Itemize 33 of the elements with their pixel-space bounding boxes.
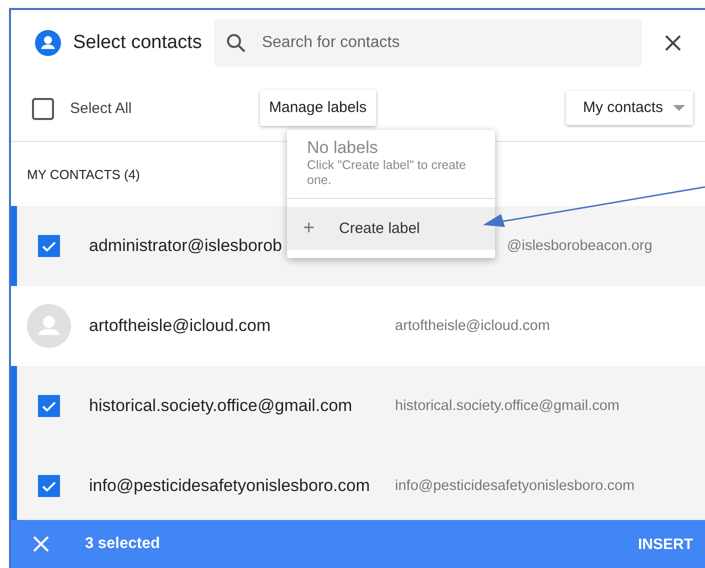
selected-count: 3 selected (85, 535, 160, 553)
contacts-filter-dropdown[interactable]: My contacts (566, 90, 693, 124)
contact-name: administrator@islesborob (89, 236, 284, 256)
dialog-title: Select contacts (73, 32, 202, 54)
contact-email: @islesborobeacon.org (507, 238, 652, 254)
insert-button[interactable]: INSERT (638, 536, 693, 552)
contact-checkbox[interactable] (38, 475, 60, 497)
contact-email: artoftheisle@icloud.com (395, 318, 550, 334)
section-heading: MY CONTACTS (4) (27, 166, 140, 182)
select-all-checkbox[interactable] (32, 98, 54, 120)
contact-email: info@pesticidesafetyonislesboro.com (395, 478, 635, 494)
clear-selection-button[interactable] (31, 534, 51, 554)
contact-checkbox[interactable] (38, 235, 60, 257)
close-icon (31, 534, 51, 554)
plus-icon: + (303, 217, 339, 240)
menu-hint: Click "Create label" to create one. (307, 158, 467, 188)
contact-name: artoftheisle@icloud.com (89, 316, 272, 336)
contact-name: historical.society.office@gmail.com (89, 396, 354, 416)
create-label-item[interactable]: + Create label (287, 207, 495, 250)
avatar-icon (27, 304, 71, 348)
menu-title: No labels (307, 138, 379, 158)
manage-labels-button[interactable]: Manage labels (260, 90, 376, 126)
caret-icon (673, 104, 685, 110)
contact-row[interactable]: info@pesticidesafetyonislesboro.com info@pesticidesafetyonislesboro.com (11, 446, 705, 520)
contact-checkbox[interactable] (38, 395, 60, 417)
search-icon (226, 33, 246, 53)
contact-row[interactable]: historical.society.office@gmail.com historical.society.office@gmail.com (11, 366, 705, 446)
search-field[interactable]: Search for contacts (214, 19, 642, 67)
select-all-label: Select All (70, 100, 133, 117)
contact-row[interactable]: artoftheisle@icloud.com artoftheisle@icloud.com (11, 286, 705, 366)
contact-name: info@pesticidesafetyonislesboro.com (89, 476, 371, 496)
contact-email: historical.society.office@gmail.com (395, 398, 620, 414)
contact-icon (35, 30, 61, 56)
